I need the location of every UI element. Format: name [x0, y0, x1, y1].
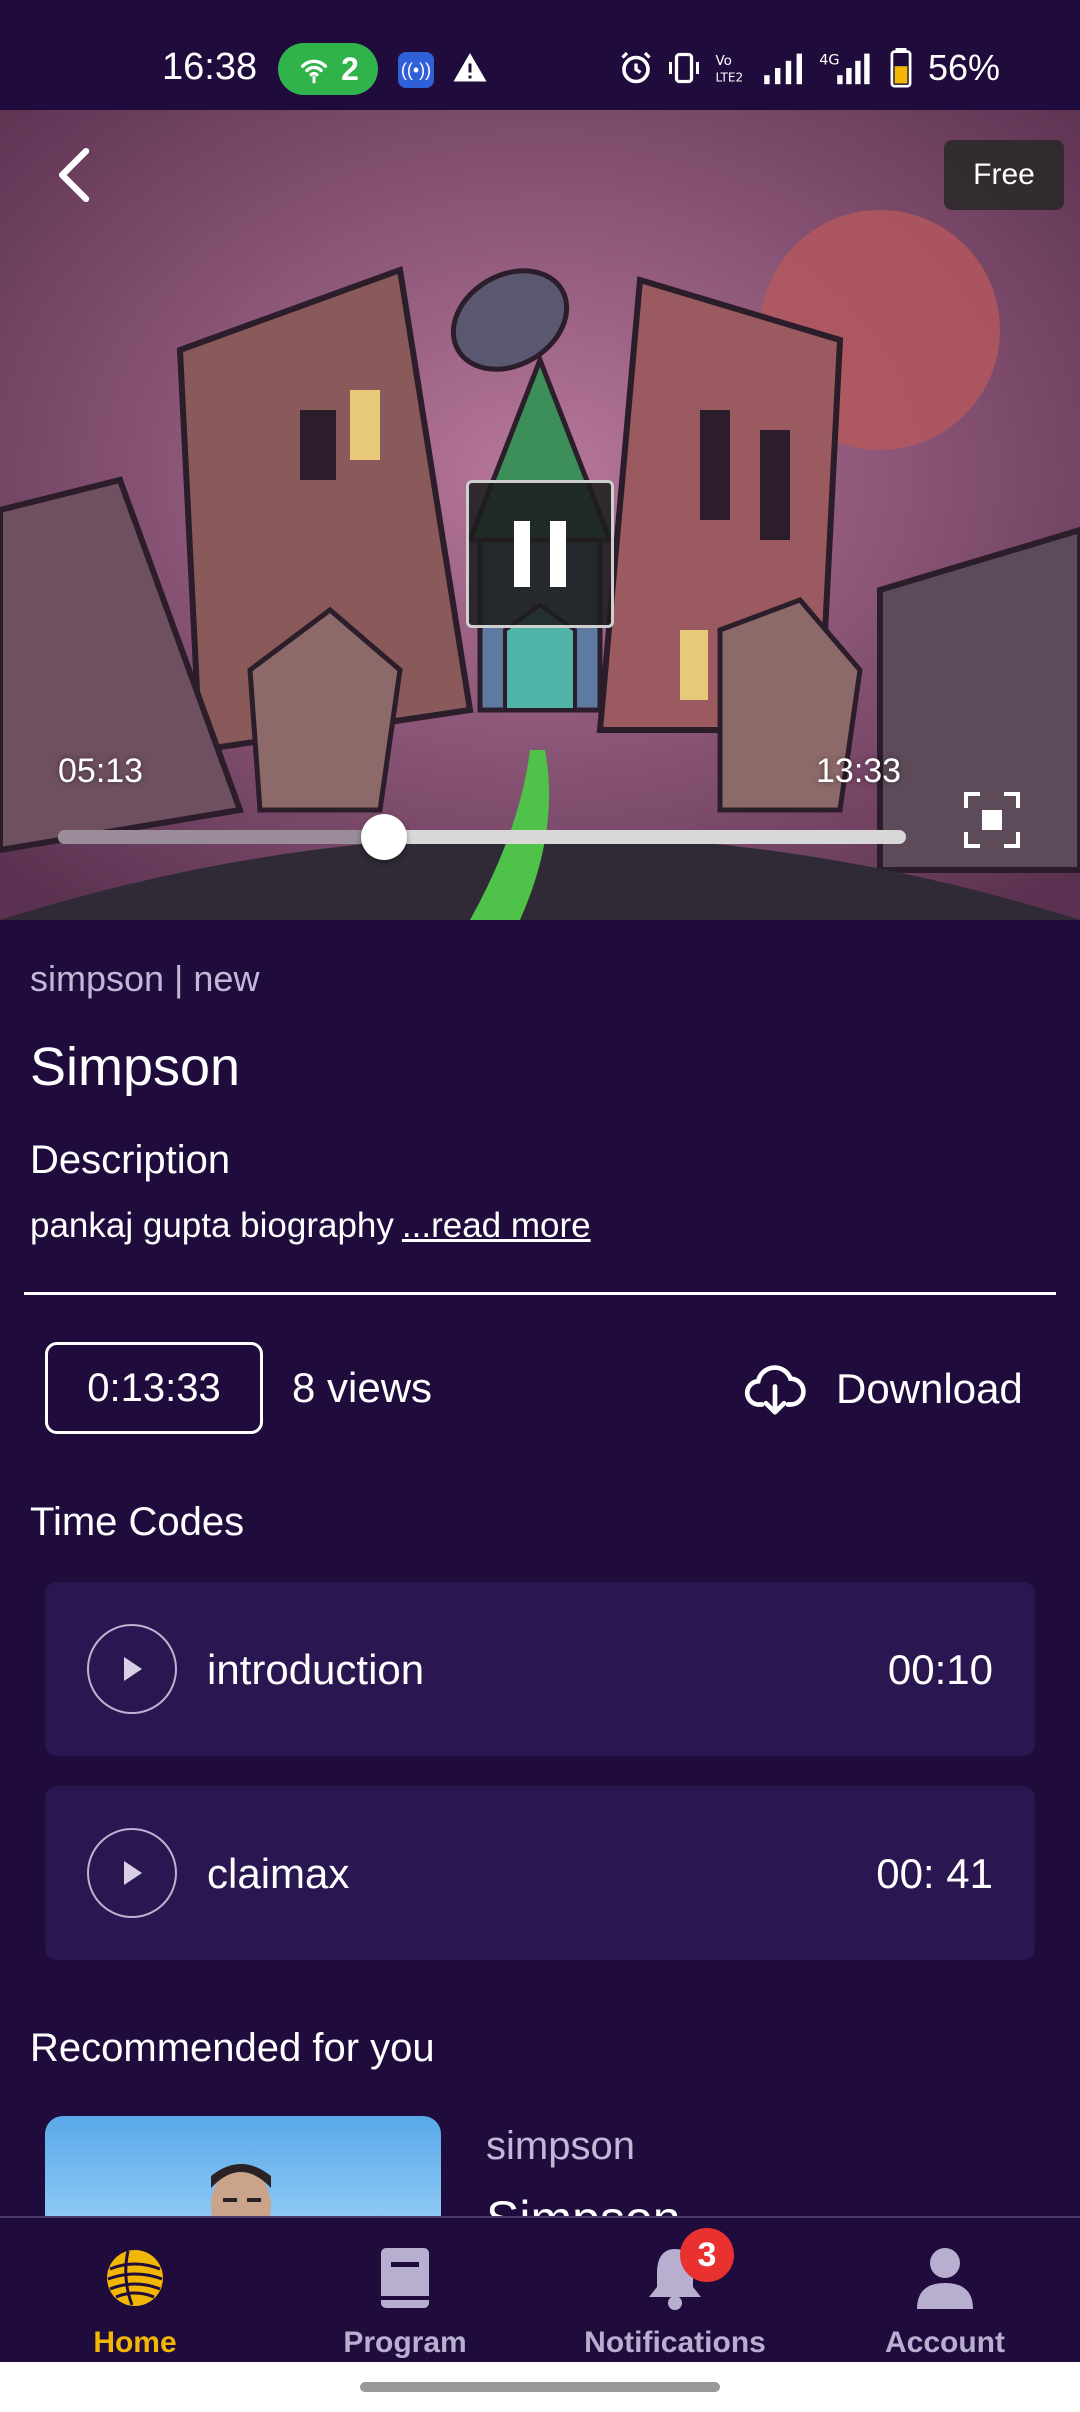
warning-icon — [453, 53, 487, 82]
battery-icon — [890, 48, 912, 88]
nav-program[interactable]: Program — [270, 2218, 540, 2362]
description-body: pankaj gupta biography — [30, 1206, 394, 1245]
signal-icon — [764, 53, 802, 85]
pause-icon — [514, 521, 566, 587]
recommended-category: simpson — [486, 2124, 635, 2168]
svg-text:4G: 4G — [819, 52, 839, 68]
download-label: Download — [836, 1365, 1023, 1412]
timecode-time: 00:10 — [887, 1646, 993, 1693]
nav-account[interactable]: Account — [810, 2218, 1080, 2362]
total-time: 13:33 — [816, 752, 902, 790]
free-badge: Free — [944, 140, 1064, 210]
chevron-left-icon — [58, 147, 90, 203]
video-title: Simpson — [30, 1037, 241, 1097]
hotspot-indicator: 2 — [278, 43, 378, 95]
home-gesture-bar[interactable] — [360, 2382, 720, 2392]
nav-home[interactable]: Home — [0, 2218, 270, 2362]
timecode-time: 00: 41 — [876, 1850, 993, 1897]
timecode-item[interactable]: introduction 00:10 — [45, 1582, 1035, 1756]
nav-notifications-label: Notifications — [584, 2326, 766, 2359]
volte-icon: Vo LTE2 — [715, 53, 743, 85]
timecode-label: introduction — [207, 1646, 425, 1693]
svg-text:LTE2: LTE2 — [715, 71, 743, 85]
bottom-nav: Home Program 3 Notifications Account — [0, 2216, 1080, 2362]
battery-percent: 56% — [927, 47, 1000, 88]
video-player[interactable]: Free 05:13 13:33 — [0, 110, 1080, 920]
home-globe-icon — [107, 2250, 163, 2306]
vibrate-icon — [668, 52, 699, 84]
hotspot-count: 2 — [341, 50, 359, 87]
status-bar: 16:38 2 ((•)) Vo LTE2 4G 56% — [0, 0, 1080, 110]
nfc-icon: ((•)) — [398, 52, 434, 88]
video-tags: simpson | new — [30, 958, 260, 999]
status-icons: Vo LTE2 4G 56% — [618, 46, 1000, 90]
book-icon — [381, 2248, 429, 2308]
nav-home-label: Home — [93, 2326, 177, 2359]
play-icon — [124, 1657, 142, 1681]
time-codes-heading: Time Codes — [30, 1500, 245, 1544]
back-button[interactable] — [40, 140, 110, 210]
nav-account-label: Account — [885, 2326, 1005, 2359]
person-photo — [211, 2164, 271, 2216]
svg-text:Vo: Vo — [715, 53, 731, 69]
timecode-label: claimax — [207, 1850, 350, 1897]
recommended-thumbnail[interactable] — [45, 2116, 441, 2216]
status-time: 16:38 — [162, 46, 258, 88]
timecode-play-button[interactable] — [87, 1624, 177, 1714]
nav-notifications[interactable]: 3 Notifications — [540, 2218, 810, 2362]
pause-button[interactable] — [466, 480, 614, 628]
description-heading: Description — [30, 1138, 231, 1182]
timecode-play-button[interactable] — [87, 1828, 177, 1918]
description-text: pankaj gupta biography ...read more — [30, 1206, 591, 1246]
seek-played — [58, 830, 385, 844]
hotspot-icon — [301, 59, 328, 84]
current-time: 05:13 — [58, 752, 144, 790]
download-button[interactable]: Download — [744, 1352, 1023, 1426]
duration-badge: 0:13:33 — [45, 1342, 263, 1434]
timecode-item[interactable]: claimax 00: 41 — [45, 1786, 1035, 1960]
nav-program-label: Program — [343, 2326, 467, 2359]
play-icon — [124, 1861, 142, 1885]
signal-4g-icon: 4G — [819, 52, 870, 85]
read-more-link[interactable]: ...read more — [402, 1206, 591, 1245]
seek-bar[interactable] — [58, 814, 906, 860]
alarm-icon — [621, 51, 651, 84]
recommended-heading: Recommended for you — [30, 2026, 435, 2070]
gesture-area — [0, 2362, 1080, 2412]
fullscreen-icon[interactable] — [962, 790, 1022, 850]
views-count: 8 views — [292, 1364, 433, 1411]
divider — [24, 1292, 1056, 1295]
cloud-download-icon — [744, 1365, 806, 1415]
notification-badge: 3 — [680, 2228, 734, 2282]
person-icon — [917, 2248, 973, 2309]
